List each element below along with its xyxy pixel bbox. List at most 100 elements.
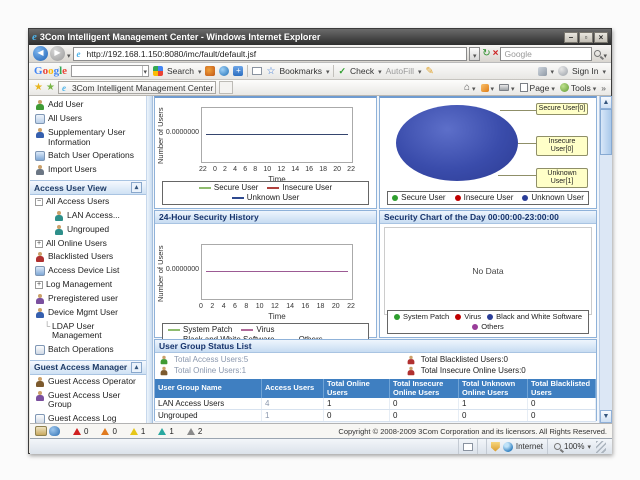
guest-access-operator-icon xyxy=(35,377,45,387)
page-menu[interactable]: Page xyxy=(520,83,555,93)
history-dropdown-icon[interactable] xyxy=(67,45,71,63)
zoom-dropdown-icon[interactable] xyxy=(587,442,591,451)
search-input[interactable]: Google xyxy=(500,47,592,61)
sidebar-item-access-device-list[interactable]: Access Device List xyxy=(30,264,146,278)
sidebar-item-supplementary-user-info[interactable]: Supplementary User Information xyxy=(30,126,146,149)
row-value[interactable]: 1 xyxy=(262,410,324,421)
collapse-icon[interactable] xyxy=(131,362,142,373)
scroll-up-icon[interactable] xyxy=(600,96,612,109)
alarm-browse-icon[interactable] xyxy=(49,426,60,436)
col-total-unknown-online-users: Total Unknown Online Users xyxy=(459,379,528,398)
alarm-minor[interactable]: 1 xyxy=(130,427,145,436)
send-to-icon[interactable] xyxy=(205,66,215,76)
google-search-more-icon[interactable] xyxy=(198,66,202,76)
pie-chart xyxy=(396,105,518,181)
forward-button[interactable] xyxy=(50,46,65,61)
scrollbar-thumb[interactable] xyxy=(600,109,612,155)
row-value[interactable]: 4 xyxy=(262,398,324,409)
bookmarks-dropdown-icon[interactable] xyxy=(326,66,330,76)
total-access-users: Total Access Users:5 xyxy=(159,354,406,365)
sidebar-item-batch-user-operations[interactable]: Batch User Operations xyxy=(30,149,146,163)
favorites-icon[interactable] xyxy=(34,82,43,93)
zoom-control[interactable]: 100% xyxy=(548,441,612,453)
back-button[interactable] xyxy=(33,46,48,61)
access-device-list-icon xyxy=(35,266,45,276)
google-logo: Google xyxy=(34,65,67,77)
section-access-user-view[interactable]: Access User View xyxy=(30,180,146,195)
alarm-sound-icon[interactable] xyxy=(35,426,47,436)
tab-3com-imc[interactable]: e 3Com Intelligent Management Center xyxy=(58,81,216,94)
signin-dropdown-icon[interactable] xyxy=(602,66,606,76)
sign-in-button[interactable]: Sign In xyxy=(572,66,598,76)
refresh-button[interactable] xyxy=(482,48,490,59)
google-search-dropdown-icon[interactable] xyxy=(142,66,149,76)
resize-grip[interactable] xyxy=(596,441,606,453)
section-guest-access-manager[interactable]: Guest Access Manager xyxy=(30,360,146,375)
tree-expand-icon[interactable] xyxy=(35,240,43,248)
sidebar-item-preregistered-user[interactable]: Preregistered user xyxy=(30,292,146,306)
sidebar-item-log-management[interactable]: Log Management xyxy=(30,278,146,292)
check-button[interactable]: Check xyxy=(350,66,374,76)
feeds-button[interactable] xyxy=(481,83,495,93)
sidewiki-icon[interactable] xyxy=(252,67,262,75)
sidebar-item-device-mgmt-user[interactable]: Device Mgmt User xyxy=(30,306,146,320)
translate-icon[interactable] xyxy=(219,66,229,76)
sidebar-item-guest-access-user-group[interactable]: Guest Access User Group xyxy=(30,389,146,412)
scroll-down-icon[interactable] xyxy=(600,410,612,423)
close-button[interactable] xyxy=(594,32,608,43)
restore-button[interactable] xyxy=(579,32,593,43)
sidebar-item-batch-operations[interactable]: Batch Operations xyxy=(30,343,146,357)
new-tab-button[interactable] xyxy=(219,81,233,94)
row-name[interactable]: Ungrouped xyxy=(155,410,262,421)
highlighter-icon[interactable] xyxy=(425,66,433,77)
print-button[interactable] xyxy=(499,83,515,93)
legend: Secure User Insecure User Unknown User xyxy=(387,191,589,205)
sidebar-item-ldap-user-management[interactable]: LDAP User Management xyxy=(30,320,146,343)
row-name[interactable]: LAN Access Users xyxy=(155,398,262,409)
tree-expand-icon[interactable] xyxy=(35,281,43,289)
alarm-critical[interactable]: 0 xyxy=(73,427,88,436)
bookmarks-button[interactable]: Bookmarks xyxy=(279,66,322,76)
minimize-button[interactable] xyxy=(564,32,578,43)
status-pane xyxy=(459,439,478,454)
sidebar-item-ungrouped[interactable]: Ungrouped xyxy=(30,223,146,237)
url-dropdown-button[interactable] xyxy=(469,47,480,61)
tools-menu[interactable]: Tools xyxy=(560,83,596,93)
autofill-button[interactable]: AutoFill xyxy=(386,66,414,76)
search-icon[interactable] xyxy=(594,50,601,57)
add-favorite-icon[interactable] xyxy=(46,82,55,93)
google-search-button[interactable]: Search xyxy=(167,66,194,76)
autofill-dropdown-icon[interactable] xyxy=(418,66,422,76)
status-message-pane xyxy=(30,439,459,454)
home-button[interactable] xyxy=(464,82,476,93)
sidebar-item-all-online-users[interactable]: All Online Users xyxy=(30,237,146,251)
toolbar-overflow-icon[interactable] xyxy=(601,83,606,93)
stop-button[interactable] xyxy=(493,48,499,59)
collapse-icon[interactable] xyxy=(131,182,142,193)
alarm-warning[interactable]: 1 xyxy=(158,427,173,436)
sidebar-item-blacklisted-users[interactable]: Blacklisted Users xyxy=(30,250,146,264)
sidebar-item-guest-access-operator[interactable]: Guest Access Operator xyxy=(30,375,146,389)
sidebar-item-lan-access[interactable]: LAN Access... xyxy=(30,209,146,223)
page-scrollbar[interactable] xyxy=(599,96,612,423)
check-dropdown-icon[interactable] xyxy=(378,66,382,76)
alarm-major[interactable]: 0 xyxy=(101,427,116,436)
sidebar-item-add-user[interactable]: Add User xyxy=(30,98,146,112)
sidebar-item-guest-access-log[interactable]: Guest Access Log xyxy=(30,412,146,424)
add-gadget-icon[interactable] xyxy=(233,66,243,76)
tree-collapse-icon[interactable] xyxy=(35,198,43,206)
sidebar-item-import-users[interactable]: Import Users xyxy=(30,163,146,177)
search-options-icon[interactable] xyxy=(603,45,607,63)
table-row: LAN Access Users 4 1 0 1 0 xyxy=(155,398,596,410)
secure-user-line-icon xyxy=(199,187,211,189)
settings-dropdown-icon[interactable] xyxy=(551,66,555,76)
alarm-info[interactable]: 2 xyxy=(187,427,202,436)
toolbar-settings-icon[interactable] xyxy=(538,67,547,76)
sidebar-item-all-access-users[interactable]: All Access Users xyxy=(30,195,146,209)
window-title: 3Com Intelligent Management Center - Win… xyxy=(40,32,320,42)
google-search-box[interactable] xyxy=(71,65,149,77)
device-mgmt-user-icon xyxy=(35,308,45,318)
col-total-blacklisted-users: Total Blacklisted Users xyxy=(528,379,596,398)
url-input[interactable]: e http://192.168.1.150:8080/imc/fault/de… xyxy=(73,47,468,61)
sidebar-item-all-users[interactable]: All Users xyxy=(30,112,146,126)
